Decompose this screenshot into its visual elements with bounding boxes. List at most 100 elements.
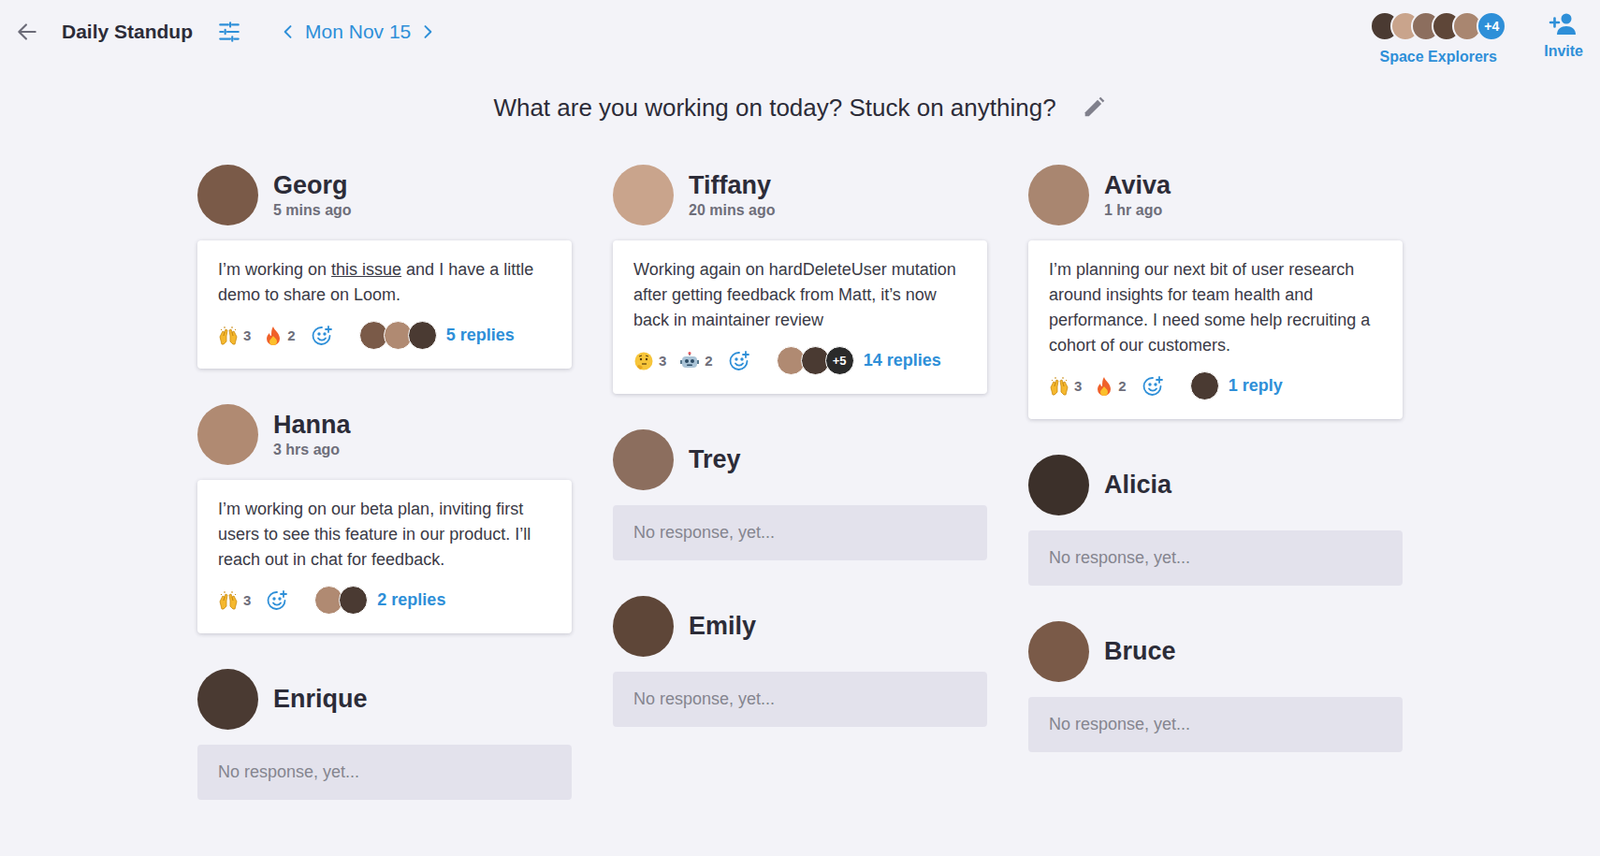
empty-response: No response, yet... (1028, 530, 1403, 586)
repliers[interactable] (359, 320, 437, 350)
member-avatar[interactable] (612, 429, 674, 491)
standup-page: Daily Standup Mon Nov 15 +4 Space Explor… (0, 0, 1600, 856)
reaction[interactable]: 3 (218, 325, 251, 347)
empty-response: No response, yet... (197, 744, 572, 800)
team-avatars: +4 (1369, 11, 1507, 42)
top-bar: Daily Standup Mon Nov 15 +4 Space Explor… (0, 0, 1600, 72)
member-response: Trey No response, yet... (612, 429, 988, 561)
member-header: Trey (612, 429, 988, 491)
response-card[interactable]: I’m working on our beta plan, inviting f… (197, 480, 572, 634)
replies-link[interactable]: 2 replies (377, 590, 446, 611)
response-meta: 3 2 1 reply (1048, 371, 1382, 401)
replier-avatar (1190, 371, 1220, 401)
previous-day-button[interactable] (278, 22, 298, 42)
member-info: Hanna 3 hrs ago (273, 410, 351, 459)
team-button[interactable]: +4 Space Explorers (1369, 11, 1507, 66)
responses-column: Georg 5 mins ago I’m working on this iss… (197, 164, 572, 800)
back-arrow-icon (14, 19, 40, 44)
response-message: I’m working on our beta plan, inviting f… (218, 496, 552, 573)
empty-response: No response, yet... (1028, 697, 1403, 753)
reaction-count: 3 (243, 592, 251, 609)
empty-response: No response, yet... (612, 671, 988, 728)
member-header: Aviva 1 hr ago (1028, 164, 1403, 226)
member-header: Alicia (1028, 454, 1403, 516)
repliers-more-badge: +5 (825, 346, 855, 376)
add-reaction-button[interactable] (310, 324, 334, 348)
repliers[interactable]: +5 (776, 346, 855, 376)
member-avatar[interactable] (197, 669, 259, 730)
member-info: Aviva 1 hr ago (1104, 171, 1171, 219)
member-header: Tiffany 20 mins ago (612, 164, 988, 226)
member-info: Georg 5 mins ago (273, 171, 352, 219)
sliders-icon (217, 19, 242, 44)
reaction[interactable]: 2 (263, 325, 295, 347)
prompt-text: What are you working on today? Stuck on … (493, 91, 1056, 124)
member-name: Bruce (1104, 637, 1177, 667)
message-text: I’m working on (218, 260, 332, 279)
replies-link[interactable]: 14 replies (863, 350, 942, 371)
reaction-count: 3 (1074, 378, 1082, 394)
current-date[interactable]: Mon Nov 15 (305, 20, 411, 44)
member-header: Emily (612, 596, 988, 657)
member-header: Bruce (1028, 621, 1403, 683)
member-header: Hanna 3 hrs ago (197, 404, 572, 466)
next-day-button[interactable] (418, 22, 437, 42)
member-response: Alicia No response, yet... (1028, 454, 1403, 586)
reaction[interactable]: 2 (679, 350, 713, 372)
member-response: Bruce No response, yet... (1028, 621, 1403, 753)
add-reaction-button[interactable] (727, 349, 751, 373)
edit-prompt-button[interactable] (1080, 94, 1107, 121)
page-title: Daily Standup (61, 20, 193, 44)
repliers[interactable] (1190, 371, 1220, 401)
repliers[interactable] (314, 585, 368, 615)
fire-icon (1094, 376, 1114, 397)
response-message: I’m planning our next bit of user resear… (1048, 257, 1382, 359)
fire-icon (263, 325, 283, 347)
reaction[interactable]: 3 (633, 350, 667, 372)
message-link[interactable]: this issue (331, 260, 402, 279)
back-button[interactable] (14, 19, 40, 44)
member-avatar[interactable] (612, 596, 674, 657)
response-card[interactable]: Working again on hardDeleteUser mutation… (612, 240, 988, 394)
replies-link[interactable]: 1 reply (1228, 376, 1283, 396)
pencil-icon (1080, 94, 1107, 121)
add-emoji-icon (310, 324, 334, 348)
member-avatar[interactable] (197, 404, 259, 466)
response-message: I’m working on this issue and I have a l… (218, 257, 552, 308)
response-time: 5 mins ago (273, 202, 352, 219)
responses-board: Georg 5 mins ago I’m working on this iss… (0, 164, 1600, 829)
responses-column: Tiffany 20 mins ago Working again on har… (612, 164, 988, 800)
add-emoji-icon (727, 349, 751, 373)
add-reaction-button[interactable] (1141, 375, 1164, 398)
response-meta: 3 2 5 replies (218, 320, 552, 350)
empty-response: No response, yet... (612, 505, 988, 561)
thinking-face-icon (633, 350, 655, 372)
reaction[interactable]: 2 (1094, 376, 1126, 397)
add-reaction-button[interactable] (265, 589, 289, 612)
invite-label: Invite (1543, 43, 1584, 60)
invite-button[interactable]: Invite (1543, 11, 1584, 60)
member-avatar[interactable] (612, 164, 674, 226)
robot-icon (679, 350, 700, 372)
filter-button[interactable] (217, 19, 242, 44)
member-avatar[interactable] (1028, 621, 1090, 683)
add-emoji-icon (265, 589, 289, 612)
responses-column: Aviva 1 hr ago I’m planning our next bit… (1028, 164, 1403, 800)
raised-hands-icon (218, 325, 239, 347)
response-card[interactable]: I’m planning our next bit of user resear… (1028, 240, 1403, 420)
member-avatar[interactable] (197, 164, 259, 226)
response-card[interactable]: I’m working on this issue and I have a l… (197, 240, 572, 369)
replies-link[interactable]: 5 replies (446, 325, 515, 346)
member-avatar[interactable] (1028, 454, 1090, 516)
response-time: 3 hrs ago (273, 441, 351, 459)
member-name: Hanna (273, 410, 351, 440)
top-bar-right: +4 Space Explorers Invite (1369, 11, 1584, 66)
member-response: Emily No response, yet... (612, 596, 988, 728)
reaction[interactable]: 3 (1048, 376, 1082, 397)
member-name: Aviva (1104, 171, 1171, 201)
member-avatar[interactable] (1028, 164, 1090, 226)
reaction[interactable]: 3 (218, 590, 251, 611)
standup-prompt: What are you working on today? Stuck on … (0, 71, 1600, 124)
team-more-badge: +4 (1476, 11, 1507, 42)
raised-hands-icon (218, 590, 239, 611)
